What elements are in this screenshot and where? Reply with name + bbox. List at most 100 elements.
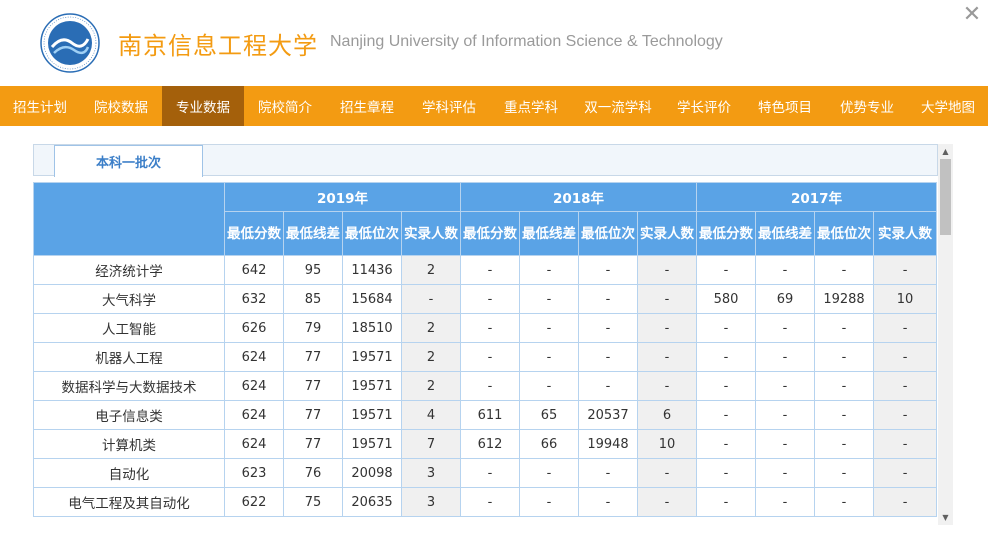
nav-item-3[interactable]: 专业数据 <box>162 86 244 126</box>
table-cell: 69 <box>755 284 816 314</box>
table-cell: - <box>873 342 938 372</box>
table-cell: 624 <box>224 342 284 372</box>
nav-item-12[interactable]: 大学地图 <box>908 86 988 126</box>
table-cell: 95 <box>283 255 343 285</box>
nav-item-2[interactable]: 院校数据 <box>80 86 162 126</box>
year-header: 2019年 <box>223 182 462 212</box>
scroll-up-arrow-icon[interactable]: ▲ <box>938 144 953 159</box>
major-name: 自动化 <box>33 458 225 488</box>
table-cell: - <box>814 342 875 372</box>
table-cell: - <box>814 400 875 430</box>
nav-item-6[interactable]: 学科评估 <box>408 86 490 126</box>
table-cell: - <box>696 487 757 517</box>
nav-item-8[interactable]: 双一流学科 <box>572 86 664 126</box>
table-cell: - <box>519 284 580 314</box>
table-cell: 580 <box>696 284 757 314</box>
table-cell: - <box>814 313 875 343</box>
table-cell: 19948 <box>578 429 639 459</box>
university-name-en: Nanjing University of Information Scienc… <box>330 33 723 50</box>
table-cell: 19571 <box>342 429 402 459</box>
nav-item-11[interactable]: 优势专业 <box>826 86 908 126</box>
table-row: 计算机类 624 77 19571 7 612 66 19948 10- - - - <box>33 429 938 459</box>
table-cell: 18510 <box>342 313 402 343</box>
table-cell: 15684 <box>342 284 402 314</box>
nav-item-7[interactable]: 重点学科 <box>490 86 572 126</box>
column-header: 最低分数 <box>460 211 521 256</box>
table-cell: - <box>460 458 521 488</box>
nav-item-1[interactable]: 招生计划 <box>0 86 80 126</box>
major-data-panel: 本科一批次 2019年 2018年 2017年 最低分数 最低线差 最低位次 实录人数 最低… <box>33 144 953 525</box>
table-scrollbar[interactable]: ▲ ▼ <box>938 144 953 525</box>
nav-item-4[interactable]: 院校简介 <box>244 86 326 126</box>
scroll-down-arrow-icon[interactable]: ▼ <box>938 510 953 525</box>
main-nav: 招生计划 院校数据 专业数据 院校简介 招生章程 学科评估 重点学科 双一流学科 学长评价 特色项… <box>0 86 988 126</box>
table-cell: - <box>814 255 875 285</box>
table-cell: 2 <box>400 313 462 343</box>
column-header: 实录人数 <box>873 211 938 256</box>
table-cell: - <box>755 313 816 343</box>
table-cell: 626 <box>224 313 284 343</box>
table-cell: - <box>696 342 757 372</box>
table-cell: - <box>755 400 816 430</box>
header: 南京信息工程大学 Nanjing University of Informati… <box>0 0 988 86</box>
table-cell: - <box>460 313 521 343</box>
table-cell: 77 <box>283 371 343 401</box>
table-cell: - <box>519 342 580 372</box>
table-cell: - <box>460 371 521 401</box>
table-row: 电子信息类 624 77 19571 4 611 65 20537 6- - - - <box>33 400 938 430</box>
table-cell: 76 <box>283 458 343 488</box>
table-cell: - <box>637 371 698 401</box>
table-cell: - <box>519 458 580 488</box>
table-cell: 75 <box>283 487 343 517</box>
table-cell: 623 <box>224 458 284 488</box>
table-cell: - <box>637 487 698 517</box>
column-header: 最低线差 <box>283 211 343 256</box>
column-header: 最低分数 <box>696 211 757 256</box>
university-logo <box>40 13 100 73</box>
year-header: 2017年 <box>696 182 938 212</box>
table-cell: 20098 <box>342 458 402 488</box>
table-cell: - <box>519 255 580 285</box>
table-cell: - <box>460 342 521 372</box>
table-cell: 7 <box>400 429 462 459</box>
nav-item-5[interactable]: 招生章程 <box>326 86 408 126</box>
nav-item-9[interactable]: 学长评价 <box>664 86 744 126</box>
table-row: 自动化 623 76 20098 3- - - - - - - - <box>33 458 938 488</box>
column-header: 最低位次 <box>578 211 639 256</box>
column-header: 实录人数 <box>637 211 698 256</box>
table-cell: - <box>696 255 757 285</box>
table-cell: - <box>460 487 521 517</box>
year-header: 2018年 <box>460 182 698 212</box>
table-cell: - <box>578 487 639 517</box>
table-row: 机器人工程 624 77 19571 2- - - - - - - - <box>33 342 938 372</box>
table-cell: 2 <box>400 342 462 372</box>
table-cell: 611 <box>460 400 521 430</box>
table-cell: 85 <box>283 284 343 314</box>
tab-undergrad-first-batch[interactable]: 本科一批次 <box>54 145 203 177</box>
table-cell: 2 <box>400 255 462 285</box>
table-cell: - <box>519 371 580 401</box>
table-cell: - <box>814 487 875 517</box>
close-icon[interactable]: ✕ <box>961 3 983 27</box>
scroll-thumb[interactable] <box>940 159 951 235</box>
major-score-table: 2019年 2018年 2017年 最低分数 最低线差 最低位次 实录人数 最低分数 最低线差… <box>33 182 938 517</box>
table-cell: 19571 <box>342 371 402 401</box>
table-cell: 79 <box>283 313 343 343</box>
major-name: 数据科学与大数据技术 <box>33 371 225 401</box>
table-row: 人工智能 626 79 18510 2- - - - - - - - <box>33 313 938 343</box>
table-cell: - <box>755 255 816 285</box>
table-cell: - <box>755 458 816 488</box>
table-cell: 622 <box>224 487 284 517</box>
table-cell: 642 <box>224 255 284 285</box>
major-name: 人工智能 <box>33 313 225 343</box>
major-name: 机器人工程 <box>33 342 225 372</box>
table-cell: - <box>578 255 639 285</box>
nav-item-10[interactable]: 特色项目 <box>744 86 826 126</box>
column-header: 实录人数 <box>400 211 462 256</box>
table-cell: - <box>696 313 757 343</box>
table-cell: 624 <box>224 400 284 430</box>
table-cell: - <box>873 371 938 401</box>
table-row: 电气工程及其自动化 622 75 20635 3- - - - - - - - <box>33 487 938 517</box>
table-cell: 19288 <box>814 284 875 314</box>
table-cell: 11436 <box>342 255 402 285</box>
